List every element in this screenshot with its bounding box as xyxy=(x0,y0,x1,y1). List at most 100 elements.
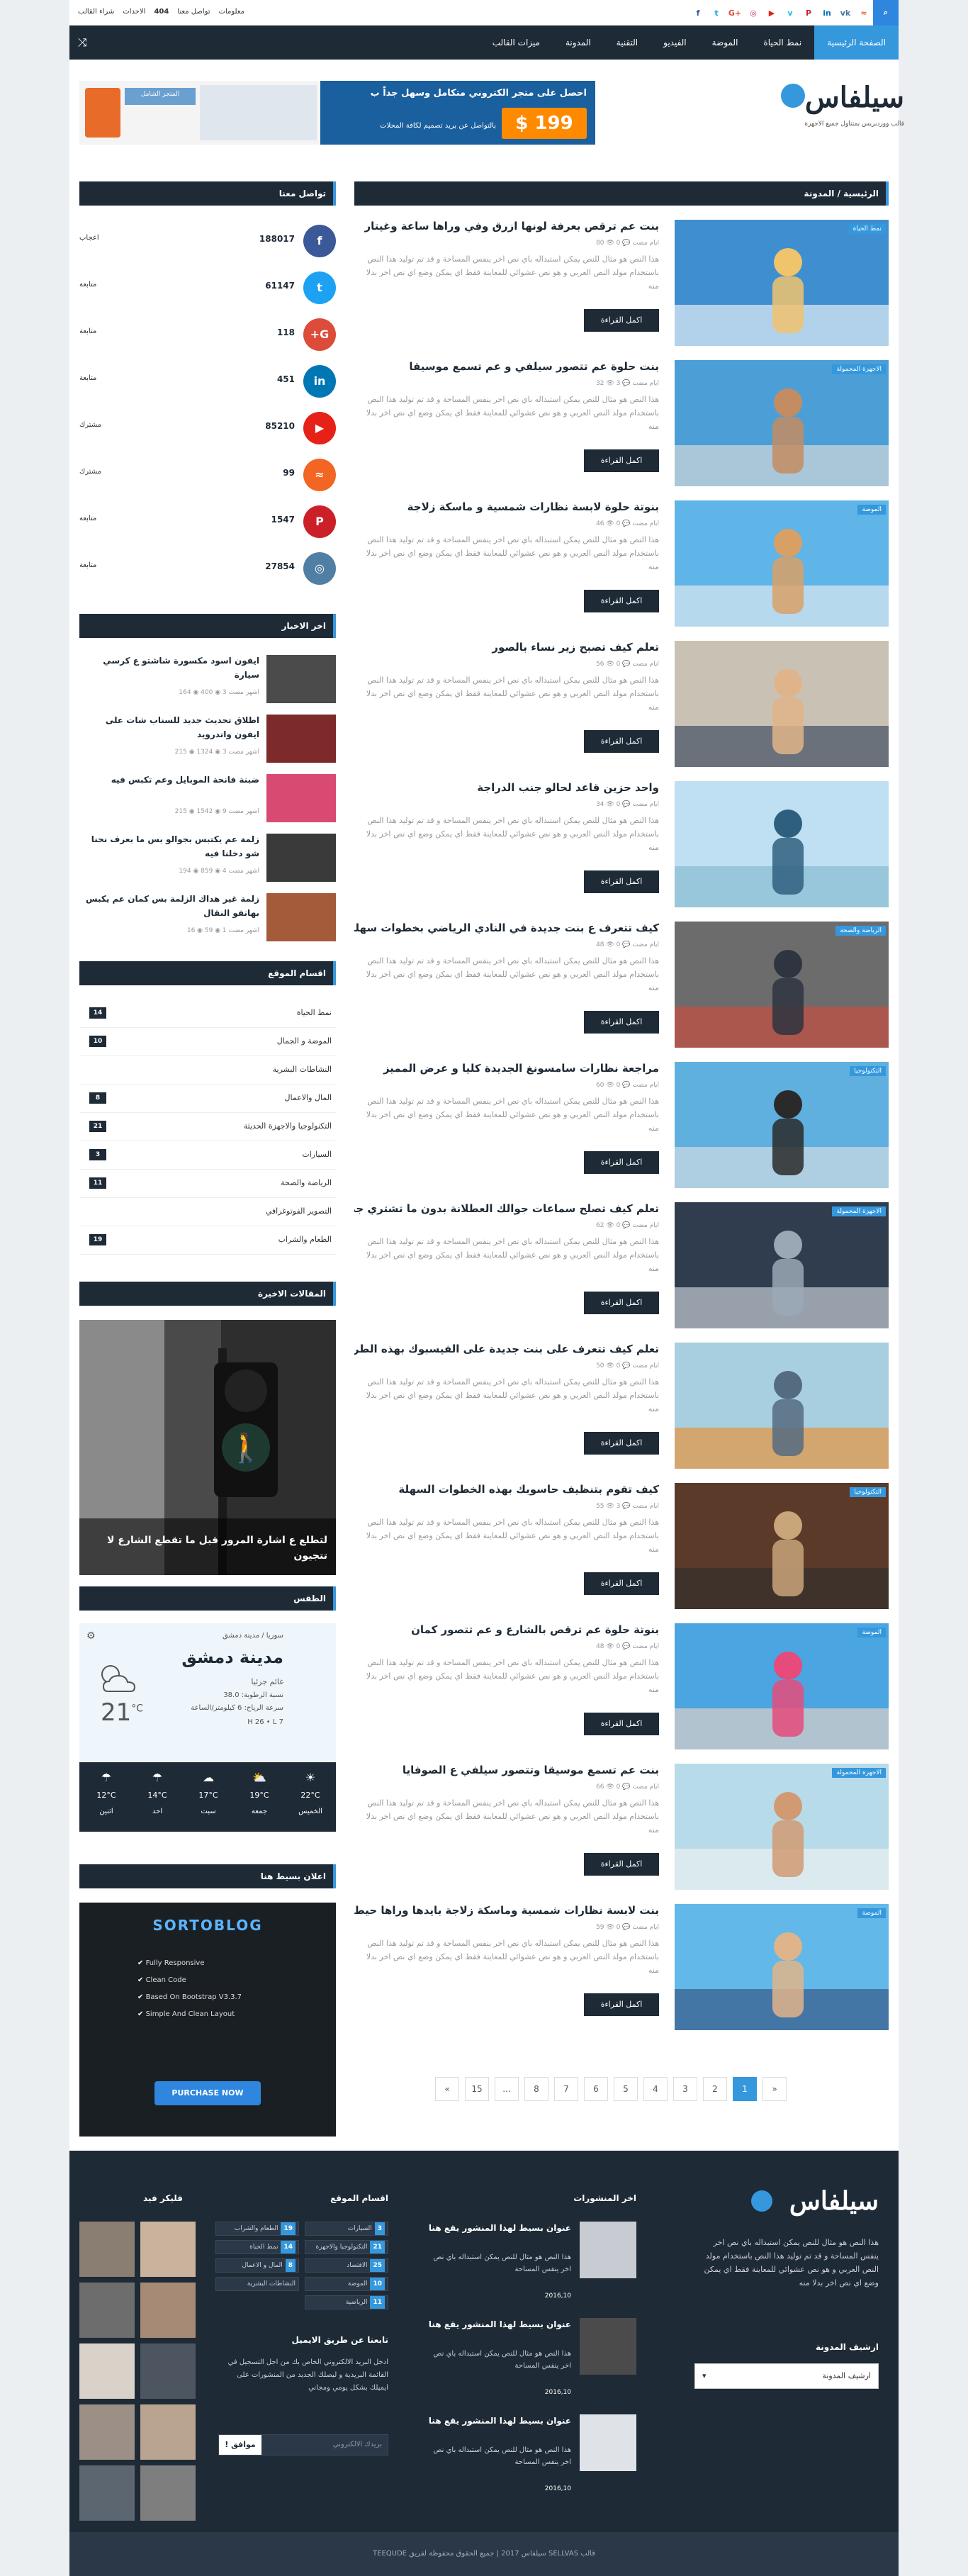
footer-post-thumbnail[interactable] xyxy=(580,2414,636,2471)
twitter-icon[interactable]: t xyxy=(707,0,726,26)
instagram-icon[interactable]: ◎ xyxy=(744,0,762,26)
footer-post-thumbnail[interactable] xyxy=(580,2222,636,2278)
post-title[interactable]: بنت لابسة نظارات شمسية وماسكة زلاجة بايد… xyxy=(354,1904,659,1917)
post-thumbnail[interactable]: التكنولوجيا xyxy=(675,1062,889,1188)
subscribe-email-input[interactable]: بريدك الالكتروني xyxy=(333,2441,382,2448)
post-title[interactable]: تعلم كيف تصلح سماعات جوالك العطلانة بدون… xyxy=(354,1202,659,1215)
category-badge[interactable]: الاجهزة المحمولة xyxy=(832,364,886,374)
category-badge[interactable]: الموضة xyxy=(857,1628,886,1637)
news-thumbnail[interactable] xyxy=(266,655,336,703)
category-badge[interactable]: الرياضة والصحة xyxy=(835,926,886,936)
news-item[interactable]: ايفون اسود مكسورة شاشتو ع كرسي سيارة اشهر… xyxy=(79,652,336,712)
contact-row[interactable]: f 188017 اعجاب xyxy=(79,217,336,264)
page-link[interactable]: 3 xyxy=(673,2077,697,2101)
news-title[interactable]: ايفون اسود مكسورة شاشتو ع كرسي سيارة xyxy=(79,654,259,682)
category-badge[interactable]: الاجهزة المحمولة xyxy=(832,1206,886,1216)
category-item[interactable]: الموضة و الجمال 10 xyxy=(79,1028,336,1056)
nav-item[interactable]: الفيديو xyxy=(651,26,699,60)
category-badge[interactable]: التكنولوجيا xyxy=(850,1066,886,1076)
news-thumbnail[interactable] xyxy=(266,774,336,822)
nav-item[interactable]: نمط الحياة xyxy=(750,26,814,60)
page-link[interactable]: 6 xyxy=(584,2077,608,2101)
post-thumbnail[interactable]: الرياضة والصحة xyxy=(675,922,889,1048)
category-item[interactable]: السيارات 3 xyxy=(79,1141,336,1170)
search-icon[interactable]: ⌕ xyxy=(873,0,899,26)
nav-item[interactable]: ميزات القالب xyxy=(480,26,553,60)
news-title[interactable]: زلمة عم يكتبس بجوالو بس ما بعرف نحنا شو … xyxy=(79,832,259,861)
googleplus-icon[interactable]: G+ xyxy=(726,0,744,26)
news-thumbnail[interactable] xyxy=(266,715,336,763)
post-title[interactable]: بنوتة حلوة لابسة نظارات شمسية و ماسكة زل… xyxy=(354,500,659,513)
footer-category-tag[interactable]: 11الرياضية xyxy=(305,2295,388,2309)
page-link[interactable]: 2 xyxy=(703,2077,727,2101)
read-more-button[interactable]: اكمل القراءة xyxy=(584,870,659,893)
category-item[interactable]: نمط الحياة 14 xyxy=(79,999,336,1028)
page-link[interactable]: 8 xyxy=(524,2077,548,2101)
facebook-icon[interactable]: f xyxy=(689,0,707,26)
twitter-icon[interactable]: t xyxy=(303,271,336,304)
category-name[interactable]: الرياضة والصحة xyxy=(281,1178,332,1187)
instagram-icon[interactable]: ◎ xyxy=(303,552,336,585)
post-title[interactable]: بنت حلوة عم تتصور سيلفي و عم تسمع موسيقا xyxy=(354,360,659,373)
contact-row[interactable]: G+ 118 متابعة xyxy=(79,310,336,357)
nav-item[interactable]: الصفحة الرئيسية xyxy=(814,26,899,60)
linkedin-icon[interactable]: in xyxy=(818,0,836,26)
rss-icon[interactable]: ≈ xyxy=(303,459,336,491)
contact-row[interactable]: ▶ 85210 مشترك xyxy=(79,404,336,451)
footer-post[interactable]: عنوان بسيط لهذا المنشور يقع هنا هذا النص … xyxy=(424,2318,636,2403)
post-title[interactable]: كيف تقوم بتنظيف حاسوبك بهذه الخطوات السه… xyxy=(354,1483,659,1496)
read-more-button[interactable]: اكمل القراءة xyxy=(584,1292,659,1314)
category-name[interactable]: النشاطات البشرية xyxy=(273,1065,332,1074)
googleplus-icon[interactable]: G+ xyxy=(303,318,336,351)
category-item[interactable]: الطعام والشراب 19 xyxy=(79,1226,336,1255)
read-more-button[interactable]: اكمل القراءة xyxy=(584,1713,659,1735)
category-name[interactable]: الطعام والشراب xyxy=(278,1235,332,1244)
post-title[interactable]: مراجعة نظارات سامسونغ الجديدة كليا و عرض… xyxy=(354,1062,659,1075)
recent-post-card[interactable]: 🚶 لتطلع ع اشارة المرور قبل ما تقطع الشار… xyxy=(79,1320,336,1575)
page-link[interactable]: » xyxy=(762,2077,787,2101)
contact-row[interactable]: t 61147 متابعة xyxy=(79,264,336,310)
post-title[interactable]: بنت عم ترقص بعرفة لونها ازرق وفي وراها س… xyxy=(354,220,659,233)
footer-post[interactable]: عنوان بسيط لهذا المنشور يقع هنا هذا النص … xyxy=(424,2414,636,2499)
post-thumbnail[interactable]: الموضة xyxy=(675,500,889,627)
page-link[interactable]: 5 xyxy=(614,2077,638,2101)
rss-icon[interactable]: ≈ xyxy=(855,0,873,26)
category-name[interactable]: الموضة و الجمال xyxy=(277,1036,332,1046)
linkedin-icon[interactable]: in xyxy=(303,365,336,398)
archive-select[interactable]: ارشيف المدونة ▾ xyxy=(694,2363,879,2389)
read-more-button[interactable]: اكمل القراءة xyxy=(584,449,659,472)
post-title[interactable]: تعلم كيف تصبح زير نساء بالصور xyxy=(354,641,659,654)
footer-post[interactable]: عنوان بسيط لهذا المنشور يقع هنا هذا النص … xyxy=(424,2222,636,2307)
flickr-image[interactable] xyxy=(79,2343,135,2399)
read-more-button[interactable]: اكمل القراءة xyxy=(584,590,659,612)
footer-post-title[interactable]: عنوان بسيط لهذا المنشور يقع هنا xyxy=(429,2319,571,2329)
post-title[interactable]: بنت عم تسمع موسيقا وتتصور سيلفي ع الصوفا… xyxy=(354,1764,659,1776)
purchase-now-button[interactable]: PURCHASE NOW xyxy=(154,2081,261,2105)
news-item[interactable]: اطلاق تحديث جديد للسناب شات على ايفون وا… xyxy=(79,712,336,771)
flickr-image[interactable] xyxy=(79,2465,135,2521)
category-badge[interactable]: الاجهزة المحمولة xyxy=(832,1768,886,1778)
post-thumbnail[interactable] xyxy=(675,1343,889,1469)
nav-item[interactable]: الموضة xyxy=(699,26,751,60)
category-item[interactable]: النشاطات البشرية xyxy=(79,1056,336,1085)
subscribe-button[interactable]: موافق ! xyxy=(219,2435,261,2455)
read-more-button[interactable]: اكمل القراءة xyxy=(584,1151,659,1174)
category-name[interactable]: التصوير الفوتوغرافي xyxy=(266,1206,332,1216)
category-name[interactable]: التكنولوجيا والاجهزة الحديثة xyxy=(244,1121,332,1131)
footer-post-title[interactable]: عنوان بسيط لهذا المنشور يقع هنا xyxy=(429,2223,571,2233)
news-item[interactable]: ضبنة فانحة الموبايل وعم تكبس فيه اشهر مضت… xyxy=(79,771,336,831)
read-more-button[interactable]: اكمل القراءة xyxy=(584,1993,659,2016)
post-thumbnail[interactable]: التكنولوجيا xyxy=(675,1483,889,1609)
post-thumbnail[interactable] xyxy=(675,781,889,907)
read-more-button[interactable]: اكمل القراءة xyxy=(584,309,659,332)
pinterest-icon[interactable]: P xyxy=(303,505,336,538)
facebook-icon[interactable]: f xyxy=(303,225,336,257)
flickr-image[interactable] xyxy=(140,2465,196,2521)
top-link[interactable]: تواصل معنا xyxy=(177,8,210,16)
category-name[interactable]: المال والاعمال xyxy=(284,1093,332,1102)
post-thumbnail[interactable]: الاجهزة المحمولة xyxy=(675,1764,889,1890)
post-title[interactable]: كيف تتعرف ع بنت جديدة في النادي الرياضي … xyxy=(354,922,659,934)
top-link[interactable]: 404 xyxy=(154,8,169,16)
footer-post-thumbnail[interactable] xyxy=(580,2318,636,2375)
footer-category-tag[interactable]: 21التكنولوجيا والاجهزة xyxy=(305,2240,388,2254)
